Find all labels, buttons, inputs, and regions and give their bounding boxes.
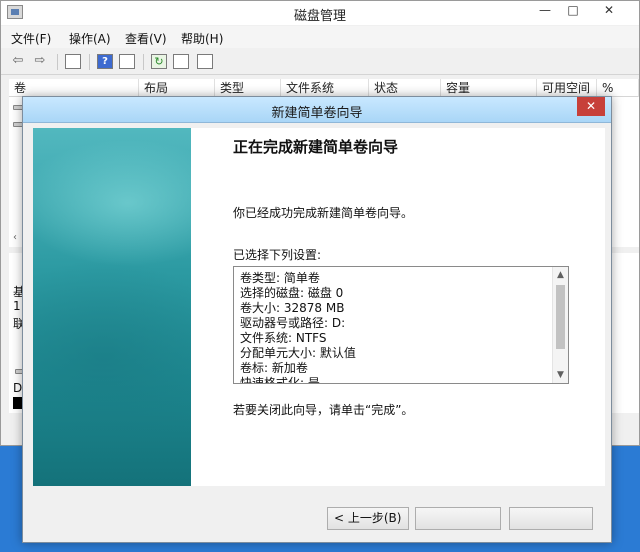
toolbar-divider <box>57 54 58 70</box>
minimize-button[interactable]: — <box>531 1 559 21</box>
menu-help[interactable]: 帮助(H) <box>181 30 223 47</box>
settings-icon[interactable] <box>197 54 213 69</box>
column-type[interactable]: 类型 <box>215 79 281 97</box>
wizard-title: 新建简单卷向导 <box>271 106 363 121</box>
wizard-titlebar: 新建简单卷向导 ✕ <box>23 97 611 123</box>
volume-table-header: 卷 布局 类型 文件系统 状态 容量 可用空间 % <box>9 79 639 97</box>
close-instruction: 若要关闭此向导，请单击“完成”。 <box>233 403 414 417</box>
close-button[interactable]: ✕ <box>587 1 631 21</box>
window-titlebar: 磁盘管理 — □ ✕ <box>1 1 639 25</box>
wizard-close-button[interactable]: ✕ <box>577 97 605 116</box>
toolbar-divider <box>143 54 144 70</box>
disk-list-icon[interactable] <box>65 54 81 69</box>
wizard-heading: 正在完成新建简单卷向导 <box>233 138 399 156</box>
rescan-disks-icon[interactable] <box>173 54 189 69</box>
settings-summary-box[interactable]: 卷类型: 简单卷 选择的磁盘: 磁盘 0 卷大小: 32878 MB 驱动器号或… <box>233 266 569 384</box>
selected-settings-label: 已选择下列设置: <box>233 248 322 262</box>
toolbar: ⇦ ⇨ ? ↻ <box>1 49 639 75</box>
column-free-space[interactable]: 可用空间 <box>537 79 597 97</box>
scroll-down-arrow-icon[interactable]: ▼ <box>553 368 568 382</box>
disk-label-fragment: D <box>13 381 23 395</box>
scroll-up-arrow-icon[interactable]: ▲ <box>553 268 568 282</box>
finish-button[interactable] <box>415 507 501 530</box>
toolbar-divider <box>89 54 90 70</box>
refresh-icon[interactable]: ↻ <box>151 54 167 69</box>
completion-message: 你已经成功完成新建简单卷向导。 <box>233 206 414 220</box>
menu-view[interactable]: 查看(V) <box>125 30 167 47</box>
menu-file[interactable]: 文件(F) <box>11 30 51 47</box>
menu-action[interactable]: 操作(A) <box>69 30 111 47</box>
wizard-banner-image <box>33 128 191 486</box>
setting-line: 快速格式化: 是 <box>240 376 320 384</box>
disk-label-fragment: 1 <box>13 299 21 313</box>
wizard-footer: < 上一步(B) <box>23 486 611 542</box>
back-button[interactable]: < 上一步(B) <box>327 507 409 530</box>
column-capacity[interactable]: 容量 <box>441 79 537 97</box>
settings-scrollbar[interactable]: ▲ ▼ <box>552 267 568 383</box>
column-status[interactable]: 状态 <box>369 79 441 97</box>
scrollbar-thumb[interactable] <box>556 285 565 349</box>
forward-arrow-icon[interactable]: ⇨ <box>31 53 49 70</box>
menu-bar: 文件(F) 操作(A) 查看(V) 帮助(H) <box>1 26 639 48</box>
maximize-button[interactable]: □ <box>559 1 587 21</box>
help-icon[interactable]: ? <box>97 54 113 69</box>
column-volume[interactable]: 卷 <box>9 79 139 97</box>
column-file-system[interactable]: 文件系统 <box>281 79 369 97</box>
wizard-content: 正在完成新建简单卷向导 你已经成功完成新建简单卷向导。 已选择下列设置: 卷类型… <box>33 128 605 486</box>
scroll-left-arrow-icon[interactable]: ‹ <box>9 231 21 245</box>
back-arrow-icon[interactable]: ⇦ <box>9 53 27 70</box>
column-layout[interactable]: 布局 <box>139 79 215 97</box>
new-simple-volume-wizard: 新建简单卷向导 ✕ 正在完成新建简单卷向导 你已经成功完成新建简单卷向导。 已选… <box>22 96 612 543</box>
column-percent-free[interactable]: % <box>597 79 639 97</box>
properties-icon[interactable] <box>119 54 135 69</box>
cancel-button[interactable] <box>509 507 593 530</box>
